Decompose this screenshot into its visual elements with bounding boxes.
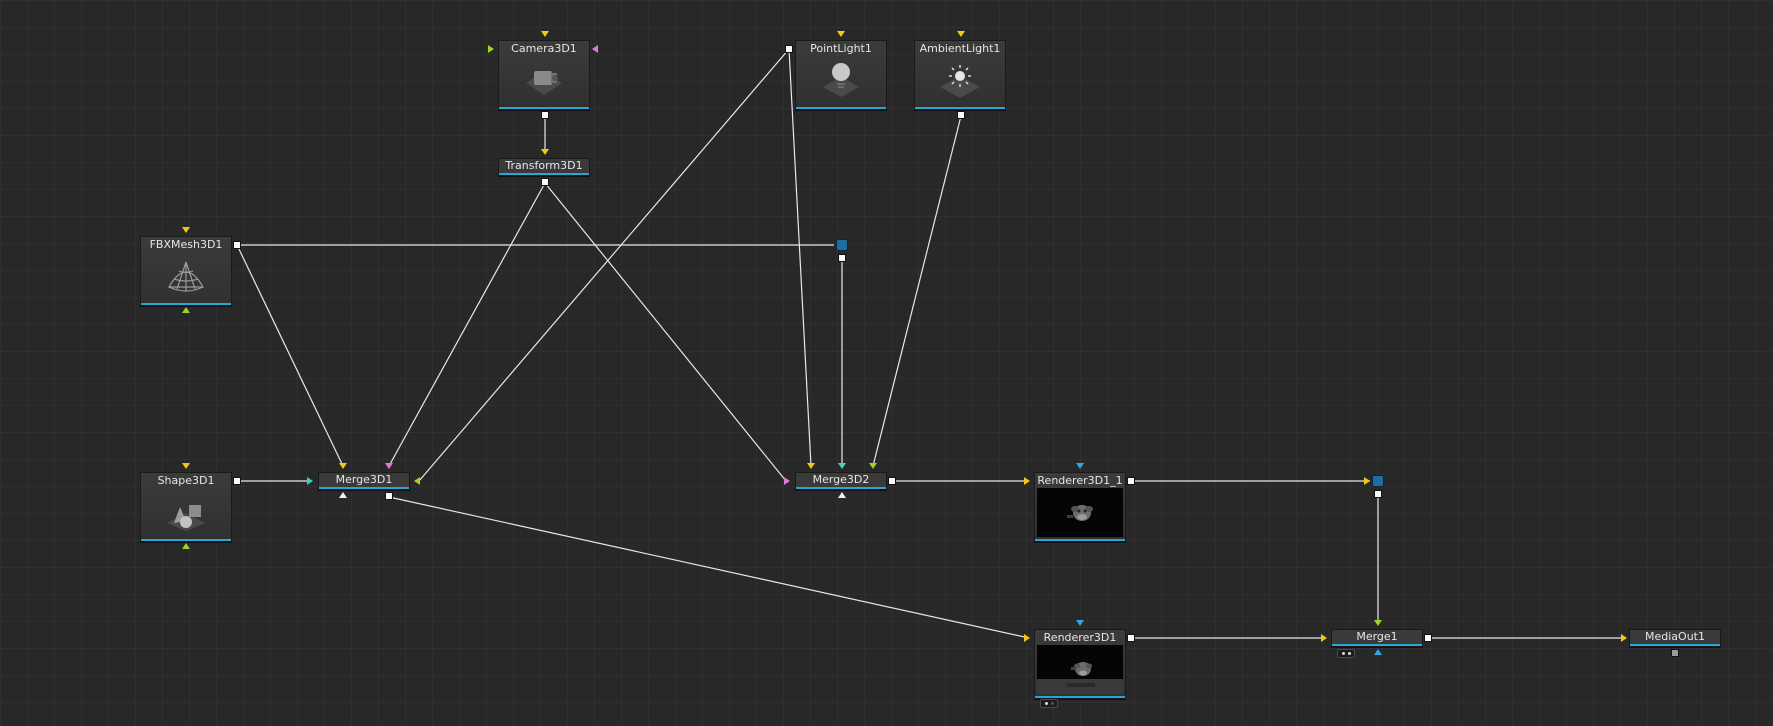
node-underline [796,487,886,489]
router-1[interactable] [836,239,848,251]
camera-input-left[interactable] [488,45,494,53]
merge1-input-top[interactable] [1374,620,1382,626]
wire-pointlight-merge3d2 [788,48,812,467]
node-label: Camera3D1 [511,42,577,55]
shape-input-bottom[interactable] [182,543,190,549]
renderer11-input[interactable] [1024,477,1030,485]
camera-output[interactable] [541,111,549,119]
merge1-output[interactable] [1424,634,1432,642]
node-label: Shape3D1 [157,474,215,487]
node-underline [499,173,589,175]
node-label: Merge3D1 [335,473,393,486]
renderer-input[interactable] [1024,634,1030,642]
node-underline [1035,696,1125,698]
merge3d1-input-left[interactable] [307,477,313,485]
merge3d2-input-left[interactable] [784,477,790,485]
fbxmesh-input-bottom[interactable] [182,307,190,313]
ambientlight-input[interactable] [957,31,965,37]
fbxmesh-output[interactable] [233,241,241,249]
merge1-input[interactable] [1321,634,1327,642]
merge3d2-output[interactable] [888,477,896,485]
wire-transform-merge3d1 [388,182,546,467]
shapes-icon [141,489,231,538]
renderer11-input-top[interactable] [1076,463,1084,469]
node-underline [499,107,589,109]
node-label: Merge3D2 [812,473,870,486]
merge3d2-input-1[interactable] [807,463,815,469]
ambientlight-output[interactable] [957,111,965,119]
wire-fbx-merge3d1 [236,244,344,467]
node-label: Transform3D1 [505,159,583,172]
router-2-input[interactable] [1364,477,1370,485]
mediaout-output[interactable] [1671,649,1679,657]
node-underline [319,487,409,489]
router-1-output[interactable] [838,254,846,262]
node-label: Renderer3D1 [1043,631,1117,644]
node-pointlight1[interactable]: PointLight1 [795,40,887,110]
node-underline [796,107,886,109]
point-light-icon [796,57,886,106]
renderer11-output[interactable] [1127,477,1135,485]
pointlight-output[interactable] [785,45,793,53]
node-camera3d1[interactable]: Camera3D1 [498,40,590,110]
node-merge3d2[interactable]: Merge3D2 [795,472,887,490]
merge3d2-input-bottom[interactable] [838,492,846,498]
mediaout-input[interactable] [1621,634,1627,642]
router-2[interactable] [1372,475,1384,487]
shape-output[interactable] [233,477,241,485]
merge1-input-bottom[interactable] [1374,649,1382,655]
node-underline [1035,539,1125,541]
merge3d2-input-3[interactable] [869,463,877,469]
node-mediaout1[interactable]: MediaOut1 [1629,629,1721,647]
node-ambientlight1[interactable]: AmbientLight1 [914,40,1006,110]
node-fbxmesh3d1[interactable]: FBXMesh3D1 [140,236,232,306]
rendered-monkey-floor-thumbnail [1037,645,1123,694]
router-2-output[interactable] [1374,490,1382,498]
node-underline [141,303,231,305]
pointlight-input[interactable] [837,31,845,37]
node-merge1[interactable]: Merge1 [1331,629,1423,647]
camera-input-right[interactable] [592,45,598,53]
node-transform3d1[interactable]: Transform3D1 [498,158,590,176]
fbxmesh-input[interactable] [182,227,190,233]
merge3d1-input-1[interactable] [339,463,347,469]
node-underline [1630,644,1720,646]
merge3d1-input-bottom[interactable] [339,492,347,498]
node-label: Merge1 [1356,630,1398,643]
mesh-icon [141,253,231,302]
node-shape3d1[interactable]: Shape3D1 [140,472,232,542]
viewer-indicator[interactable] [1337,649,1355,658]
viewer-indicator[interactable] [1040,699,1058,708]
node-underline [141,539,231,541]
merge3d1-input-2[interactable] [385,463,393,469]
camera-icon [499,57,589,106]
wire-merge3d1-renderer [388,496,1030,639]
renderer-input-top[interactable] [1076,620,1084,626]
merge3d1-output[interactable] [385,492,393,500]
transform-output[interactable] [541,178,549,186]
node-underline [915,107,1005,109]
wire-transform-merge3d2 [544,182,787,482]
merge3d2-input-2[interactable] [838,463,846,469]
merge3d1-input-right[interactable] [414,477,420,485]
node-label: FBXMesh3D1 [149,238,223,251]
ambient-light-icon [915,57,1005,106]
shape-input[interactable] [182,463,190,469]
node-label: Renderer3D1_1 [1037,474,1123,487]
wire-ambient-merge3d2 [872,115,962,467]
node-label: MediaOut1 [1645,630,1705,643]
transform-input[interactable] [541,149,549,155]
rendered-monkey-thumbnail [1037,488,1123,537]
node-label: AmbientLight1 [919,42,1001,55]
node-renderer3d1[interactable]: Renderer3D1 [1034,629,1126,699]
node-label: PointLight1 [810,42,872,55]
renderer-output[interactable] [1127,634,1135,642]
node-merge3d1[interactable]: Merge3D1 [318,472,410,490]
node-flow-canvas[interactable]: Camera3D1 Transform3D1 PointLight1 Ambie… [0,0,1773,726]
node-underline [1332,644,1422,646]
camera-input[interactable] [541,31,549,37]
node-renderer3d1_1[interactable]: Renderer3D1_1 [1034,472,1126,542]
